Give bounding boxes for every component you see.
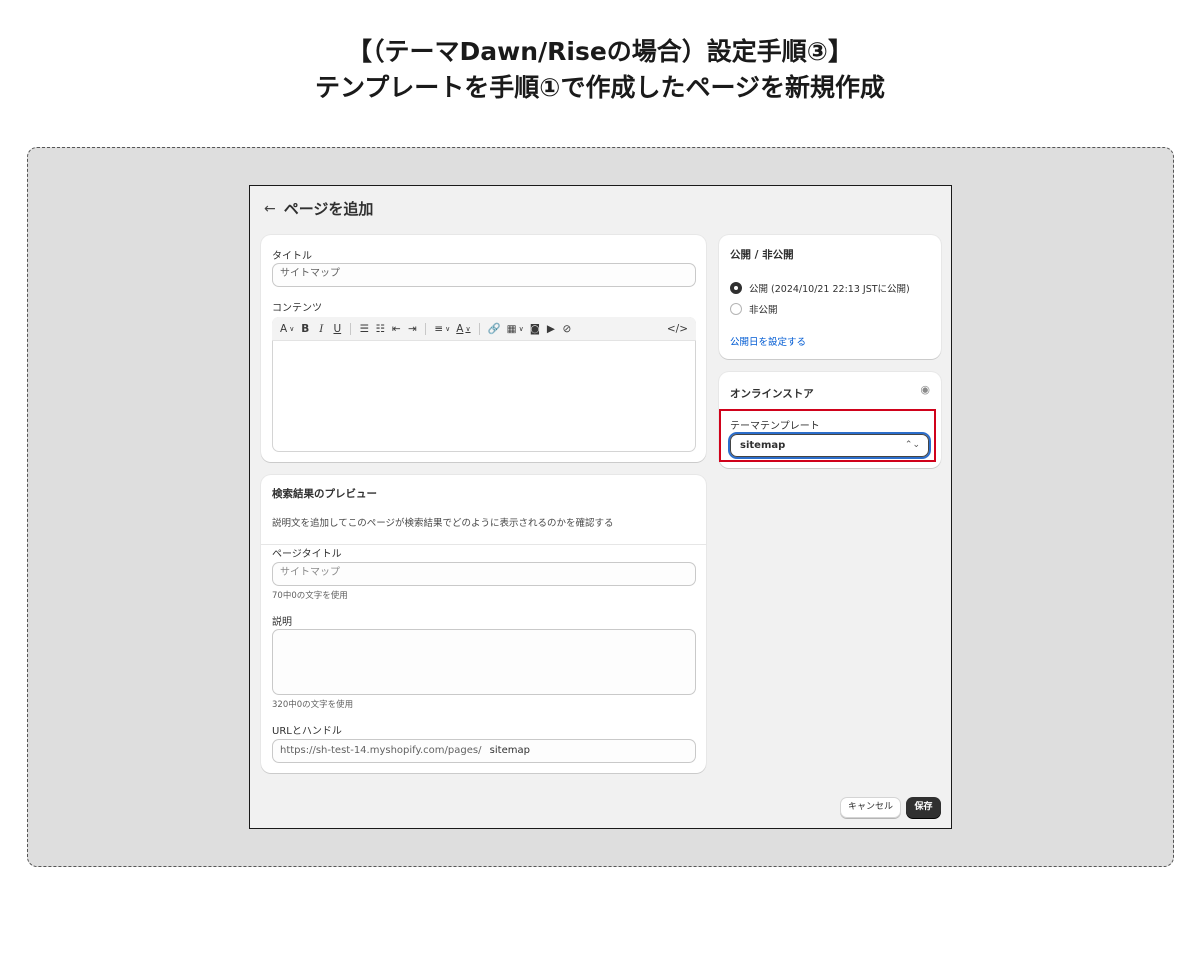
link-icon[interactable]: 🔗 <box>488 322 501 336</box>
toolbar-separator <box>478 322 480 335</box>
online-store-card-title: オンラインストア <box>730 388 814 400</box>
visible-option[interactable]: 公開 (2024/10/21 22:13 JSTに公開) <box>730 281 910 295</box>
page-title-label: ページタイトル <box>272 549 342 560</box>
page-title-input[interactable]: サイトマップ <box>272 562 696 586</box>
hidden-option-label: 非公開 <box>749 305 778 316</box>
text-style-button[interactable]: A ∨ <box>280 322 294 336</box>
page-content-card: タイトル サイトマップ コンテンツ A ∨ B I U ☰ ☷ ⇤ ⇥ ≡ ∨ A ∨… <box>261 235 706 462</box>
text-color-icon[interactable]: A ∨ <box>456 322 470 336</box>
cancel-button[interactable]: キャンセル <box>840 797 901 818</box>
heading-line-2: テンプレートを手順①で作成したページを新規作成 <box>315 73 885 102</box>
page-title-hint: 70中0の文字を使用 <box>272 591 348 601</box>
indent-icon[interactable]: ⇥ <box>407 322 417 336</box>
page-title: ページを追加 <box>283 200 374 218</box>
instruction-heading: 【（テーマDawn/Riseの場合）設定手順③】 テンプレートを手順①で作成した… <box>0 34 1200 106</box>
rich-text-editor[interactable]: A ∨ B I U ☰ ☷ ⇤ ⇥ ≡ ∨ A ∨ 🔗 ▦ ∨ ◙ ▶ ⊘ </> <box>272 317 696 452</box>
eye-icon[interactable]: ◉ <box>920 383 930 396</box>
heading-line-1: 【（テーマDawn/Riseの場合）設定手順③】 <box>347 37 853 66</box>
editor-toolbar: A ∨ B I U ☰ ☷ ⇤ ⇥ ≡ ∨ A ∨ 🔗 ▦ ∨ ◙ ▶ ⊘ </> <box>272 317 696 341</box>
title-input[interactable]: サイトマップ <box>272 263 696 287</box>
italic-button[interactable]: I <box>316 322 326 336</box>
admin-screenshot: ← ページを追加 タイトル サイトマップ コンテンツ A ∨ B I U ☰ ☷ … <box>249 185 952 829</box>
arrow-left-icon[interactable]: ← <box>264 201 276 217</box>
visible-option-label: 公開 (2024/10/21 22:13 JSTに公開) <box>749 284 910 295</box>
bold-button[interactable]: B <box>300 322 310 336</box>
video-icon[interactable]: ▶ <box>546 322 556 336</box>
outdent-icon[interactable]: ⇤ <box>391 322 401 336</box>
hidden-option[interactable]: 非公開 <box>730 302 778 316</box>
radio-unselected-icon[interactable] <box>730 303 742 315</box>
seo-card-title: 検索結果のプレビュー <box>272 488 377 500</box>
url-prefix: https://sh-test-14.myshopify.com/pages/ <box>280 745 482 756</box>
description-textarea[interactable] <box>272 629 696 695</box>
align-icon[interactable]: ≡ ∨ <box>434 322 450 336</box>
underline-button[interactable]: U <box>332 322 342 336</box>
visibility-card: 公開 / 非公開 公開 (2024/10/21 22:13 JSTに公開) 非公… <box>719 235 941 359</box>
table-icon[interactable]: ▦ ∨ <box>507 322 524 336</box>
template-highlight-box <box>719 409 936 462</box>
url-handle-input[interactable]: https://sh-test-14.myshopify.com/pages/ … <box>272 739 696 763</box>
visibility-card-title: 公開 / 非公開 <box>730 249 794 261</box>
bullet-list-icon[interactable]: ☰ <box>359 322 369 336</box>
toolbar-separator <box>350 322 352 335</box>
url-label: URLとハンドル <box>272 726 342 737</box>
set-publish-date-link[interactable]: 公開日を設定する <box>730 334 806 348</box>
description-label: 説明 <box>272 617 292 628</box>
save-button[interactable]: 保存 <box>906 797 941 818</box>
seo-preview-card: 検索結果のプレビュー 説明文を追加してこのページが検索結果でどのように表示される… <box>261 475 706 773</box>
image-icon[interactable]: ◙ <box>530 322 540 336</box>
title-label: タイトル <box>272 251 312 262</box>
content-label: コンテンツ <box>272 303 322 314</box>
numbered-list-icon[interactable]: ☷ <box>375 322 385 336</box>
toolbar-separator <box>425 322 427 335</box>
description-hint: 320中0の文字を使用 <box>272 700 354 710</box>
radio-selected-icon[interactable] <box>730 282 742 294</box>
url-handle-value: sitemap <box>489 745 530 756</box>
seo-card-description: 説明文を追加してこのページが検索結果でどのように表示されるのかを確認する <box>272 518 614 529</box>
clear-format-icon[interactable]: ⊘ <box>562 322 572 336</box>
page-header: ← ページを追加 <box>264 198 373 219</box>
code-view-icon[interactable]: </> <box>667 322 688 336</box>
